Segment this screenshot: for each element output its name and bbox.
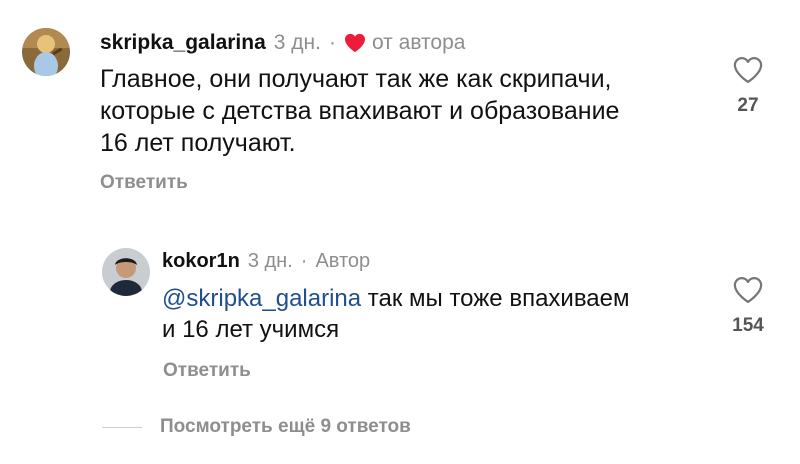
reply-button[interactable]: Ответить <box>100 172 188 194</box>
heart-outline-icon <box>733 57 763 83</box>
separator-dot: · <box>328 31 336 54</box>
comment-meta: skripka_galarina 3 дн. · от автора <box>100 31 465 55</box>
author-like-label: от автора <box>371 31 466 54</box>
like-count: 27 <box>737 95 759 116</box>
reply-text-fragment: так мы тоже впахиваем <box>361 285 630 312</box>
avatar[interactable] <box>102 248 150 296</box>
timestamp: 3 дн. <box>273 31 321 54</box>
author-label: Автор <box>315 250 371 272</box>
reply-text-line: и 16 лет учимся <box>162 316 340 343</box>
reply-text: @skripka_galarina так мы тоже впахиваем … <box>162 283 630 345</box>
separator-dot: · <box>300 250 308 272</box>
reply-button[interactable]: Ответить <box>163 360 251 382</box>
avatar[interactable] <box>22 28 70 76</box>
comment-text-line: 16 лет получают. <box>100 129 296 157</box>
timestamp: 3 дн. <box>247 250 293 272</box>
reply-meta: kokor1n 3 дн. · Автор <box>162 250 370 273</box>
mention-link[interactable]: @skripka_galarina <box>162 285 361 312</box>
username[interactable]: skripka_galarina <box>100 31 266 55</box>
comment-text-line: которые с детства впахивают и образовани… <box>100 97 620 125</box>
comment-text: Главное, они получают так же как скрипач… <box>100 63 619 159</box>
comment-text-line: Главное, они получают так же как скрипач… <box>100 65 612 93</box>
view-more-replies-button[interactable]: Посмотреть ещё 9 ответов <box>160 416 411 438</box>
heart-outline-icon <box>733 277 763 303</box>
like-button[interactable]: 27 <box>718 56 778 117</box>
like-count: 154 <box>732 315 764 336</box>
like-button[interactable]: 154 <box>718 276 778 337</box>
reply-text-line: @skripka_galarina так мы тоже впахиваем <box>162 283 630 314</box>
username[interactable]: kokor1n <box>162 250 240 273</box>
divider-line <box>102 427 142 428</box>
heart-filled-icon <box>344 33 366 53</box>
